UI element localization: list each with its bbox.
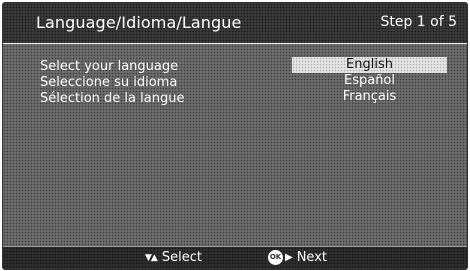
step-indicator: Step 1 of 5 (380, 14, 457, 30)
page-title: Language/Idioma/Langue (36, 13, 242, 32)
title-bar: Language/Idioma/Langue Step 1 of 5 (3, 3, 467, 44)
right-arrow-icon: ▶ (285, 252, 293, 263)
select-hint-label: Select (161, 250, 202, 265)
option-french[interactable]: Français (292, 89, 447, 105)
next-hint-label: Next (296, 250, 327, 265)
down-up-arrows-icon: ▼▲ (145, 253, 158, 263)
language-options: English Español Français (292, 57, 447, 105)
select-hint: ▼▲ Select (145, 250, 202, 266)
setup-window: Language/Idioma/Langue Step 1 of 5 Selec… (2, 2, 468, 270)
prompt-spanish: Seleccione su idioma (40, 75, 178, 90)
option-english[interactable]: English (292, 57, 447, 73)
footer-bar: ▼▲ Select OK ▶ Next (3, 246, 467, 269)
prompt-english: Select your language (40, 59, 179, 74)
option-spanish[interactable]: Español (292, 73, 447, 89)
prompt-french: Sélection de la langue (40, 91, 185, 106)
ok-button-icon: OK (268, 250, 283, 265)
next-hint: OK ▶ Next (268, 250, 327, 266)
language-prompts: Select your language Seleccione su idiom… (40, 59, 184, 107)
